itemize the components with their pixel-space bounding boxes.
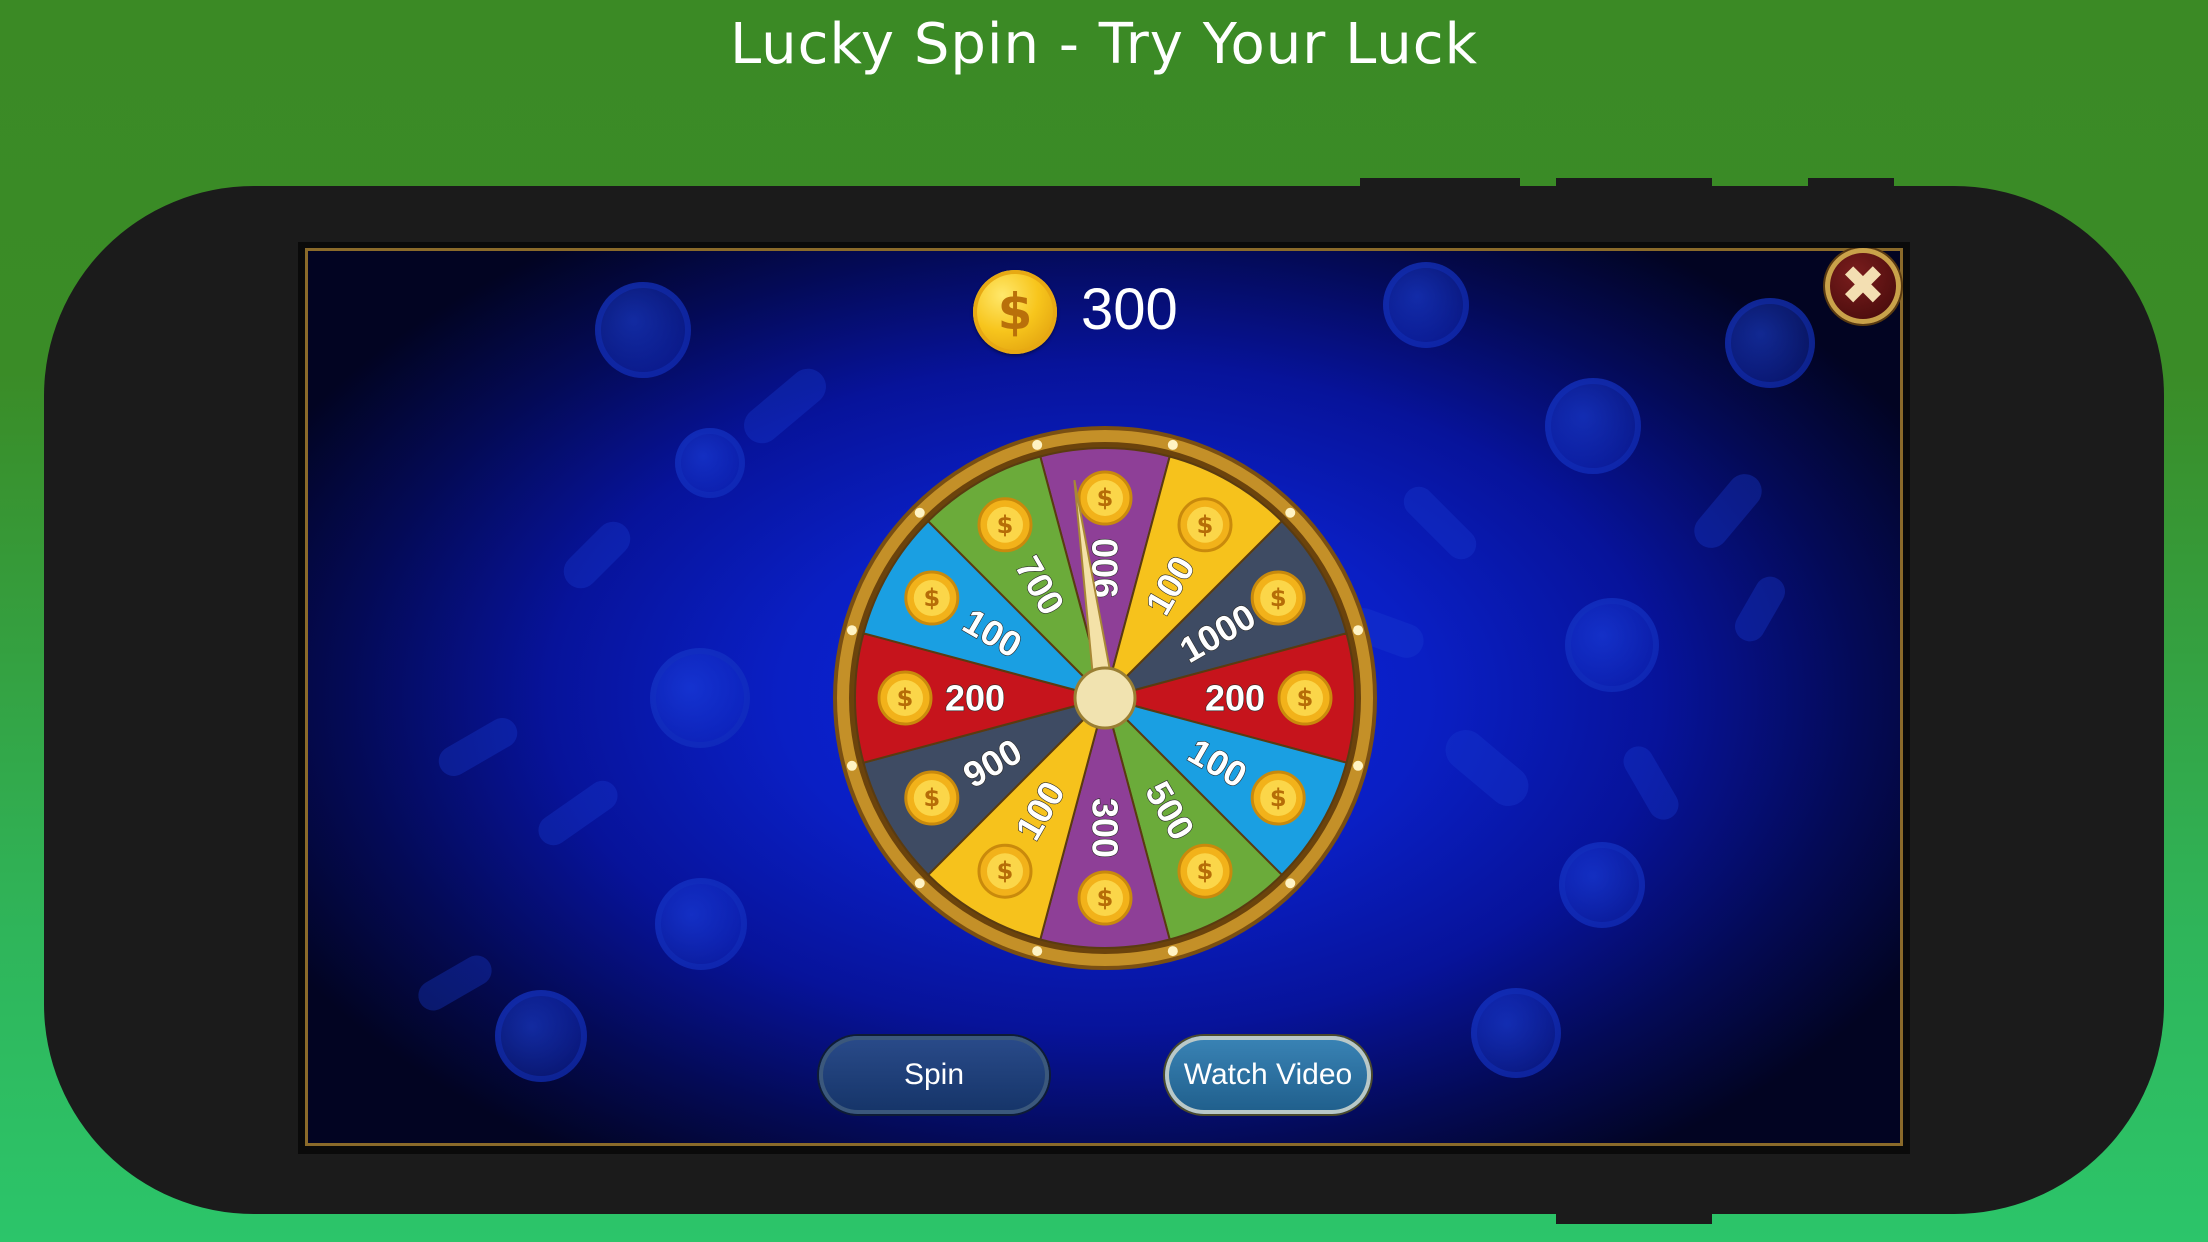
coin-balance: 300 xyxy=(1081,277,1178,342)
rim-light xyxy=(846,760,857,771)
background-coin-icon xyxy=(1545,378,1641,474)
segment-coin-icon: $ xyxy=(977,497,1033,553)
spin-button[interactable]: Spin xyxy=(819,1036,1049,1114)
rim-light xyxy=(1285,507,1296,518)
background-coin-icon xyxy=(595,282,691,378)
segment-coin-symbol: $ xyxy=(897,684,914,712)
rim-light xyxy=(914,878,925,889)
background-coin-icon xyxy=(495,990,587,1082)
segment-coin-icon: $ xyxy=(1177,497,1233,553)
segment-value-label: 300 xyxy=(1085,798,1126,858)
background-coin-icon xyxy=(650,648,750,748)
background-coin-icon xyxy=(1437,721,1537,815)
segment-coin-symbol: $ xyxy=(1297,684,1314,712)
wheel-hub xyxy=(1073,666,1137,730)
background-coin-icon xyxy=(1559,842,1645,928)
background-coin-icon xyxy=(1397,480,1483,566)
background-coin-icon xyxy=(655,878,747,970)
segment-coin-icon: $ xyxy=(1077,470,1133,526)
rim-light xyxy=(1167,439,1178,450)
segment-coin-icon: $ xyxy=(904,770,960,826)
segment-coin-symbol: $ xyxy=(923,584,940,612)
segment-coin-icon: $ xyxy=(1250,570,1306,626)
segment-coin-symbol: $ xyxy=(1197,857,1214,885)
segment-coin-icon: $ xyxy=(1250,770,1306,826)
background-coin-icon xyxy=(1725,298,1815,388)
prize-wheel-graphic: $900$100 $1000$200$100$500$300$100$900$ 20… xyxy=(833,426,1377,970)
background-coin-icon xyxy=(736,361,834,451)
segment-coin-icon: $ xyxy=(1177,843,1233,899)
segment-value-label: 200 xyxy=(945,678,1005,719)
background-coin-icon xyxy=(1383,262,1469,348)
background-coin-icon xyxy=(1618,740,1684,826)
segment-coin-symbol: $ xyxy=(1097,484,1114,512)
segment-value-label: 200 xyxy=(1205,678,1265,719)
promo-title: Lucky Spin - Try Your Luck xyxy=(729,12,1479,77)
rim-light xyxy=(1032,946,1043,957)
background-coin-icon xyxy=(1471,988,1561,1078)
rim-light xyxy=(846,625,857,636)
background-coin-icon xyxy=(675,428,745,498)
game-screen: $ 300 ✖ $900 $100 $1000 $200 $100 $500 $300 $10… xyxy=(305,248,1903,1146)
segment-coin-icon: $ xyxy=(1077,870,1133,926)
background-coin-icon xyxy=(412,950,498,1016)
background-coin-icon xyxy=(1687,467,1769,555)
segment-coin-icon: $ xyxy=(977,843,1033,899)
background-coin-icon xyxy=(556,514,638,596)
rim-light xyxy=(1353,625,1364,636)
balance-coin-icon: $ xyxy=(973,270,1057,354)
close-button[interactable]: ✖ xyxy=(1825,248,1901,324)
rim-light xyxy=(1032,439,1043,450)
segment-coin-symbol: $ xyxy=(1270,584,1287,612)
prize-wheel: $900 $100 $1000 $200 $100 $500 $300 $100 $900 $20… xyxy=(833,426,1377,970)
watch-video-button[interactable]: Watch Video xyxy=(1165,1036,1371,1114)
segment-coin-symbol: $ xyxy=(1270,784,1287,812)
background-coin-icon xyxy=(433,712,523,782)
segment-coin-symbol: $ xyxy=(997,857,1014,885)
segment-coin-symbol: $ xyxy=(923,784,940,812)
rim-light xyxy=(914,507,925,518)
segment-coin-icon: $ xyxy=(877,670,933,726)
segment-coin-icon: $ xyxy=(904,570,960,626)
rim-light xyxy=(1285,878,1296,889)
segment-coin-icon: $ xyxy=(1277,670,1333,726)
segment-coin-symbol: $ xyxy=(997,511,1014,539)
background-coin-icon xyxy=(1729,571,1791,647)
background-coin-icon xyxy=(1565,598,1659,692)
background-coin-icon xyxy=(532,774,624,852)
rim-light xyxy=(1353,760,1364,771)
segment-coin-symbol: $ xyxy=(1197,511,1214,539)
rim-light xyxy=(1167,946,1178,957)
segment-coin-symbol: $ xyxy=(1097,884,1114,912)
